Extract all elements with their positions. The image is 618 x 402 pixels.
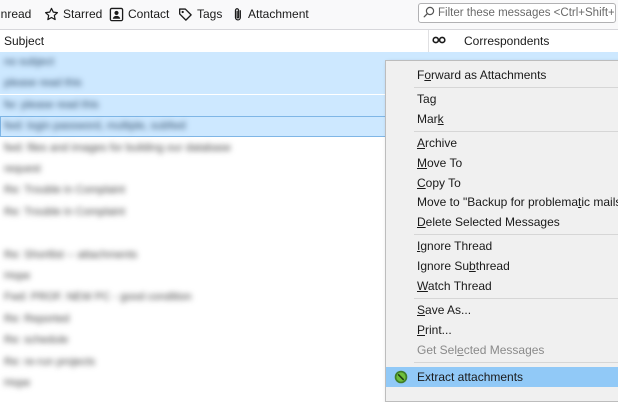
menu-label: Tag [417,92,437,106]
menu-item-archive[interactable]: Archive [386,133,618,153]
menu-item-mark[interactable]: Mark [386,109,618,129]
menu-item-move-to[interactable]: Move To [386,153,618,173]
filter-messages-input[interactable] [438,7,614,19]
correspondents-column-header[interactable]: Correspondents [464,34,549,48]
message-subject: Hope [4,377,31,389]
contact-card-icon [109,7,124,22]
extract-attachments-addon-icon [394,370,408,387]
menu-label: Ignore Thread [417,239,493,253]
menu-item-move-to-backup-folder[interactable]: Move to "Backup for problematic mails" A [386,192,618,212]
thread-pane-column-header: Subject Correspondents [0,30,618,53]
menu-label: Forward as Attachments [417,68,547,82]
message-subject: Fwd: PROF. NEW PC - good condition [4,291,192,304]
message-subject: no subject [4,56,55,68]
menu-item-tag[interactable]: Tag [386,89,618,109]
menu-separator [414,298,618,299]
menu-label: Print... [417,323,452,337]
attachment-filter-button[interactable]: Attachment [232,4,309,24]
unread-filter-label: Unread [0,7,32,21]
menu-item-ignore-subthread[interactable]: Ignore Subthread [386,256,618,276]
unread-filter-button[interactable]: Unread [0,4,31,24]
paperclip-icon [232,7,244,22]
message-subject: Re: Trouble in Complaint [4,184,126,197]
subject-column-header[interactable]: Subject [4,34,44,48]
message-subject: Hope [4,270,31,282]
message-subject: please read this [4,77,82,90]
message-subject: Re: Trouble in Complaint [4,205,126,218]
tags-filter-button[interactable]: Tags [178,4,222,24]
menu-item-forward-as-attachments[interactable]: Forward as Attachments [386,65,618,85]
thread-column-icon[interactable] [432,33,446,50]
message-subject: Re: schedule [4,334,69,347]
menu-separator [414,131,618,132]
menu-label: Archive [417,136,458,150]
menu-separator [414,362,618,363]
quick-filter-toolbar: Unread Starred Contact Tags Attachment [0,0,618,30]
message-subject: Re: re-run projects [4,355,96,368]
attachment-filter-label: Attachment [248,7,309,21]
starred-filter-button[interactable]: Starred [44,4,102,24]
menu-item-save-as[interactable]: Save As... [386,300,618,320]
search-icon [423,6,435,21]
message-subject: request [4,163,41,175]
menu-label: Ignore Subthread [417,259,510,273]
menu-item-watch-thread[interactable]: Watch Thread [386,276,618,296]
message-filter-box[interactable] [418,3,616,23]
menu-separator [414,87,618,88]
menu-item-delete-selected[interactable]: Delete Selected Messages [386,212,618,232]
contact-filter-button[interactable]: Contact [109,4,169,24]
menu-item-print[interactable]: Print... [386,320,618,340]
menu-separator [414,234,618,235]
tag-icon [178,7,193,22]
star-icon [44,7,59,22]
menu-label: Watch Thread [417,279,492,293]
menu-item-copy-to[interactable]: Copy To [386,173,618,193]
menu-label: Mark [417,112,444,126]
menu-label: Move to "Backup for problematic mails" A [417,195,618,209]
menu-item-get-selected-messages: Get Selected Messages [386,340,618,360]
message-subject: fw: please read this [4,98,99,111]
menu-label: Move To [417,156,463,170]
menu-label: Save As... [417,303,472,317]
starred-filter-label: Starred [63,7,103,21]
menu-label: Delete Selected Messages [417,215,560,229]
message-subject: Re: Shortlist -- attachments [4,248,138,261]
menu-item-ignore-thread[interactable]: Ignore Thread [386,236,618,256]
menu-label: Extract attachments [417,370,524,384]
message-context-menu: Forward as Attachments Tag Mark Archive … [385,60,618,402]
menu-label: Copy To [417,176,461,190]
message-subject: Re: Reported [4,312,70,325]
message-subject: fwd: files and images for building our d… [4,141,231,154]
message-subject: fwd: login password, multiple, subfwd [4,120,186,133]
menu-item-extract-attachments[interactable]: Extract attachments [386,367,618,387]
column-divider[interactable] [428,30,429,52]
menu-label: Get Selected Messages [417,343,545,357]
tags-filter-label: Tags [197,7,223,21]
contact-filter-label: Contact [128,7,170,21]
